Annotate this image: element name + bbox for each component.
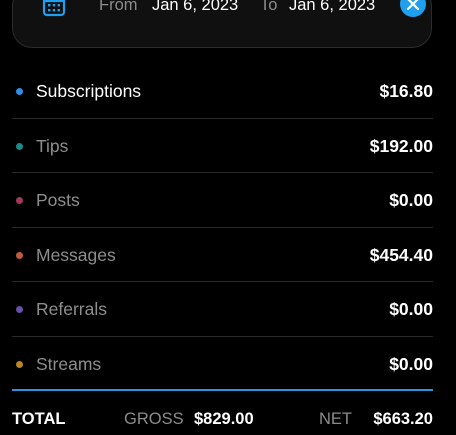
category-row-tips[interactable]: Tips $192.00 bbox=[12, 119, 433, 173]
net-value: $663.20 bbox=[373, 410, 433, 428]
category-label: Streams bbox=[36, 353, 102, 374]
net-label: NET bbox=[319, 410, 352, 428]
gross-value: $829.00 bbox=[194, 410, 254, 428]
total-label: TOTAL bbox=[12, 410, 66, 428]
category-value: $0.00 bbox=[389, 353, 433, 374]
from-date-value[interactable]: Jan 6, 2023 bbox=[152, 0, 238, 15]
earnings-category-list: Subscriptions $16.80 Tips $192.00 Posts … bbox=[12, 64, 433, 391]
referrals-dot-icon bbox=[16, 306, 23, 313]
to-label: To bbox=[260, 0, 278, 14]
date-range-picker[interactable]: From Jan 6, 2023 To Jan 6, 2023 bbox=[12, 0, 432, 48]
from-label: From bbox=[99, 0, 138, 14]
category-row-posts[interactable]: Posts $0.00 bbox=[12, 173, 433, 228]
category-value: $192.00 bbox=[369, 135, 433, 156]
category-row-messages[interactable]: Messages $454.40 bbox=[12, 228, 433, 282]
subscriptions-dot-icon bbox=[16, 88, 23, 95]
category-value: $0.00 bbox=[389, 299, 433, 319]
tips-dot-icon bbox=[16, 142, 23, 150]
category-label: Posts bbox=[36, 190, 80, 210]
category-value: $16.80 bbox=[379, 81, 433, 101]
category-row-streams[interactable]: Streams $0.00 bbox=[12, 337, 433, 391]
category-row-referrals[interactable]: Referrals $0.00 bbox=[12, 282, 433, 337]
to-date-value[interactable]: Jan 6, 2023 bbox=[289, 0, 375, 15]
category-label: Referrals bbox=[36, 299, 107, 319]
category-value: $0.00 bbox=[389, 190, 433, 210]
gross-label: GROSS bbox=[124, 410, 184, 428]
category-label: Messages bbox=[36, 244, 116, 265]
streams-dot-icon bbox=[16, 360, 23, 368]
calendar-icon[interactable] bbox=[42, 0, 66, 17]
posts-dot-icon bbox=[16, 197, 23, 204]
totals-row: TOTAL GROSS $829.00 NET $663.20 bbox=[12, 407, 433, 431]
close-icon bbox=[406, 0, 420, 11]
category-label: Subscriptions bbox=[36, 81, 142, 101]
clear-date-button[interactable] bbox=[400, 0, 426, 17]
category-label: Tips bbox=[36, 135, 69, 156]
category-value: $454.40 bbox=[369, 244, 433, 265]
category-row-subscriptions[interactable]: Subscriptions $16.80 bbox=[12, 64, 433, 119]
messages-dot-icon bbox=[16, 251, 23, 259]
